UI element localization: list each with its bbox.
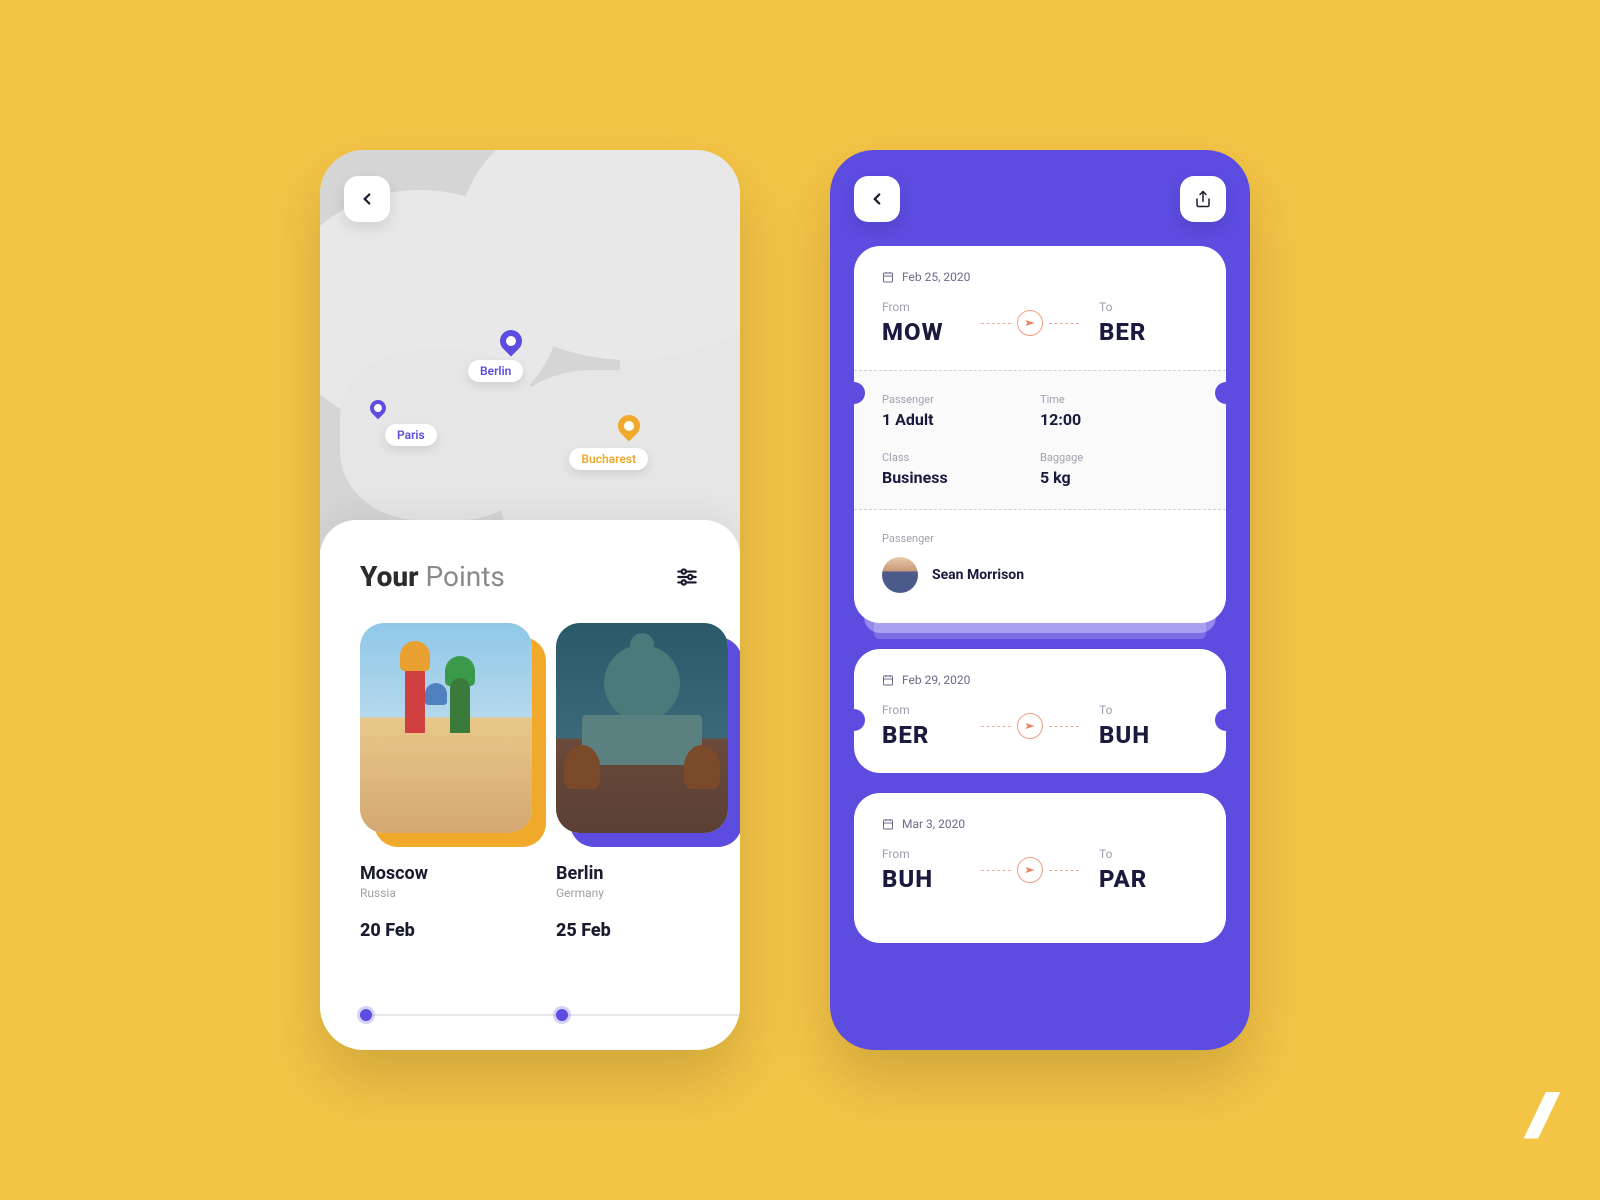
sliders-icon <box>674 564 700 590</box>
detail-label-baggage: Baggage <box>1040 451 1198 464</box>
your-points-sheet: Your Points Moscow Russia 20 Feb Berlin <box>320 520 740 1050</box>
point-city: Moscow <box>360 863 532 884</box>
filter-button[interactable] <box>674 564 700 590</box>
plane-icon <box>1024 720 1036 732</box>
map-pin-label-paris[interactable]: Paris <box>385 424 437 446</box>
calendar-icon <box>882 674 894 686</box>
flight-route-divider <box>981 857 1079 883</box>
from-code: BER <box>882 721 981 749</box>
point-card-moscow[interactable]: Moscow Russia 20 Feb <box>360 623 532 941</box>
point-card-berlin[interactable]: Berlin Germany 25 Feb <box>556 623 728 941</box>
passenger-section-label: Passenger <box>882 532 1198 545</box>
points-timeline <box>360 1014 740 1016</box>
point-card-image <box>360 623 532 833</box>
phone-tickets-screen: Feb 25, 2020 From MOW To BER Passenger 1… <box>830 150 1250 1050</box>
detail-label-class: Class <box>882 451 1040 464</box>
point-date: 25 Feb <box>556 920 728 941</box>
plus-icon <box>684 190 702 208</box>
detail-label-passenger: Passenger <box>882 393 1040 406</box>
to-label: To <box>1099 300 1198 314</box>
ticket-date: Feb 25, 2020 <box>902 270 970 284</box>
detail-value-passenger: 1 Adult <box>882 410 1040 429</box>
flight-route-divider <box>981 713 1079 739</box>
map-pin-label-moscow[interactable]: Moscow <box>591 282 660 304</box>
point-card-image <box>556 623 728 833</box>
map-pin-berlin[interactable] <box>495 325 526 356</box>
plane-icon <box>1024 864 1036 876</box>
from-label: From <box>882 703 981 717</box>
detail-value-class: Business <box>882 468 1040 487</box>
map-pin-label-bucharest[interactable]: Bucharest <box>569 448 648 470</box>
from-label: From <box>882 300 981 314</box>
brand-mark: // <box>1528 1079 1550 1150</box>
back-button[interactable] <box>344 176 390 222</box>
detail-value-baggage: 5 kg <box>1040 468 1198 487</box>
point-country: Russia <box>360 886 532 900</box>
flight-route-divider <box>981 310 1079 336</box>
detail-value-time: 12:00 <box>1040 410 1198 429</box>
detail-label-time: Time <box>1040 393 1198 406</box>
calendar-icon <box>882 818 894 830</box>
to-label: To <box>1099 703 1198 717</box>
to-code: BER <box>1099 318 1198 346</box>
map-pin-moscow[interactable] <box>643 245 674 276</box>
phone-map-screen: Moscow Berlin Paris Bucharest Your Point… <box>320 150 740 1050</box>
map-pin-label-berlin[interactable]: Berlin <box>468 360 523 382</box>
avatar <box>882 557 918 593</box>
point-date: 20 Feb <box>360 920 532 941</box>
from-code: MOW <box>882 318 981 346</box>
chevron-left-icon <box>358 190 376 208</box>
plane-icon <box>1024 317 1036 329</box>
points-carousel[interactable]: Moscow Russia 20 Feb Berlin Germany 25 F… <box>360 623 740 941</box>
timeline-dot <box>360 1009 372 1021</box>
timeline-dot <box>556 1009 568 1021</box>
share-icon <box>1194 190 1212 208</box>
ticket-date: Mar 3, 2020 <box>902 817 965 831</box>
ticket-card[interactable]: Feb 29, 2020 From BER To BUH <box>854 649 1226 773</box>
chevron-left-icon <box>868 190 886 208</box>
point-country: Germany <box>556 886 728 900</box>
from-label: From <box>882 847 981 861</box>
map-view[interactable]: Moscow Berlin Paris Bucharest <box>320 150 740 550</box>
ticket-card[interactable]: Mar 3, 2020 From BUH To PAR <box>854 793 1226 943</box>
ticket-date: Feb 29, 2020 <box>902 673 970 687</box>
share-button[interactable] <box>1180 176 1226 222</box>
calendar-icon <box>882 271 894 283</box>
from-code: BUH <box>882 865 981 893</box>
passenger-name: Sean Morrison <box>932 567 1024 583</box>
sheet-title: Your Points <box>360 560 505 593</box>
back-button[interactable] <box>854 176 900 222</box>
to-code: BUH <box>1099 721 1198 749</box>
point-city: Berlin <box>556 863 728 884</box>
to-code: PAR <box>1099 865 1198 893</box>
add-button[interactable] <box>670 176 716 222</box>
to-label: To <box>1099 847 1198 861</box>
ticket-card[interactable]: Feb 25, 2020 From MOW To BER Passenger 1… <box>854 246 1226 623</box>
